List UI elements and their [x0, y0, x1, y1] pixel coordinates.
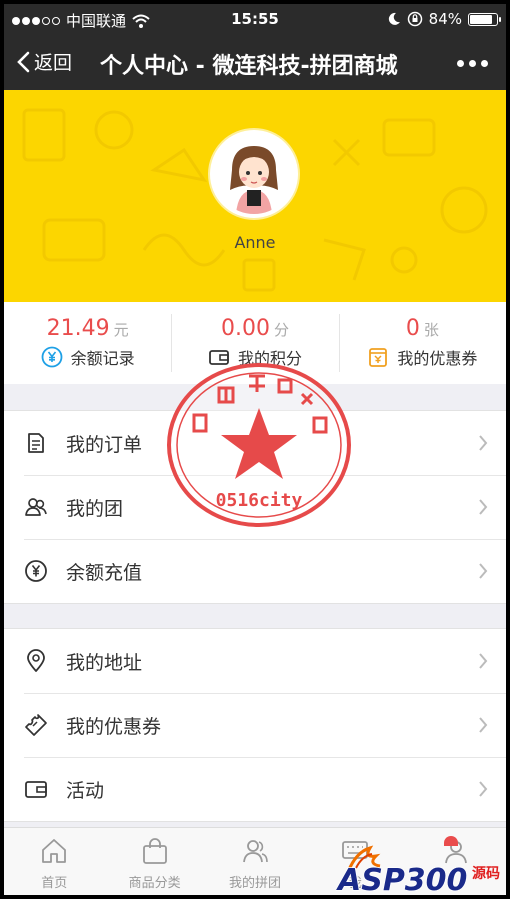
app-frame: 中国联通 15:55 84% 返回 个人中心 - 微连科技-拼团商城 Anne …: [4, 4, 506, 895]
username: Anne: [234, 233, 276, 252]
points-unit: 分: [273, 321, 289, 339]
tab-label: 首页: [41, 876, 68, 891]
chevron-right-icon: [479, 499, 488, 515]
balance-stat[interactable]: 21.49 元 余额记录: [4, 302, 171, 384]
menu-item-my-orders[interactable]: 我的订单: [4, 411, 506, 475]
battery-icon: [468, 12, 501, 26]
shopping-bag-icon: [142, 838, 167, 864]
coupon-stat[interactable]: 0张 我的优惠券: [338, 302, 506, 384]
chevron-right-icon: [479, 717, 488, 733]
more-menu-button[interactable]: [457, 60, 488, 67]
home-icon: [42, 839, 67, 863]
menu-item-label: 活动: [66, 779, 105, 802]
menu-group-account: 我的地址 我的优惠券 活动: [4, 628, 506, 822]
tab-label: 我的拼团: [229, 876, 282, 891]
points-label: 我的积分: [237, 349, 302, 368]
points-stat[interactable]: 0.00 分 我的积分: [171, 302, 338, 384]
tab-my-groups[interactable]: 我的拼团: [205, 828, 305, 895]
coupon-unit: 张: [423, 321, 439, 339]
tab-categories[interactable]: 商品分类: [104, 828, 204, 895]
coupon-label: 我的优惠券: [397, 349, 478, 368]
coupon-yen-icon: [369, 348, 388, 367]
page-title: 个人中心 - 微连科技-拼团商城: [100, 54, 398, 79]
users-icon: [243, 840, 268, 863]
chevron-right-icon: [479, 653, 488, 669]
balance-unit: 元: [113, 321, 129, 339]
profile-header: Anne: [4, 90, 506, 302]
balance-label: 余额记录: [70, 349, 135, 368]
avatar-image: [214, 134, 294, 214]
chevron-right-icon: [479, 781, 488, 797]
yen-circle-icon: [25, 560, 47, 582]
avatar[interactable]: [210, 130, 298, 218]
tab-label: 商品分类: [128, 876, 181, 891]
menu-item-my-group[interactable]: 我的团: [4, 475, 506, 539]
menu-item-recharge[interactable]: 余额充值: [4, 539, 506, 603]
balance-value: 21.49: [46, 316, 110, 341]
menu-item-label: 我的团: [66, 497, 124, 520]
rotation-lock-icon: [407, 11, 422, 27]
location-pin-icon: [27, 649, 45, 672]
back-label: 返回: [34, 52, 73, 74]
menu-item-label: 我的订单: [66, 433, 143, 456]
watermark-brand: ASP300: [336, 863, 467, 895]
chevron-right-icon: [479, 435, 488, 451]
group-users-icon: [25, 498, 47, 516]
more-dot-icon: [457, 60, 464, 67]
menu-item-my-coupons[interactable]: 我的优惠券: [4, 693, 506, 757]
yen-circle-icon: [41, 346, 63, 368]
menu-item-label: 余额充值: [66, 561, 143, 584]
menu-item-my-address[interactable]: 我的地址: [4, 629, 506, 693]
points-value: 0.00: [220, 316, 270, 341]
ticket-icon: [25, 714, 47, 736]
moon-icon: [388, 12, 400, 25]
watermark-suffix: 源码: [472, 865, 500, 882]
stats-row: 21.49 元 余额记录 0.00 分 我的积分 0张 我的优惠券: [4, 302, 506, 384]
coupon-value: 0: [405, 316, 420, 341]
tab-home[interactable]: 首页: [4, 828, 104, 895]
menu-item-activities[interactable]: 活动: [4, 757, 506, 821]
status-bar: 中国联通 15:55 84%: [4, 4, 506, 34]
back-button[interactable]: 返回: [16, 48, 72, 75]
wallet-icon: [25, 781, 47, 798]
menu-item-label: 我的优惠券: [66, 715, 162, 738]
wallet-icon: [209, 350, 229, 365]
chevron-left-icon: [17, 51, 30, 72]
menu-group-orders: 我的订单 我的团 余额充值: [4, 410, 506, 604]
chevron-right-icon: [479, 563, 488, 579]
order-list-icon: [28, 433, 44, 453]
menu-item-label: 我的地址: [66, 651, 143, 674]
nav-bar: 返回 个人中心 - 微连科技-拼团商城: [4, 34, 506, 90]
battery-percent: 84%: [428, 10, 462, 28]
asp300-watermark-logo: ASP300 源码: [336, 845, 500, 895]
